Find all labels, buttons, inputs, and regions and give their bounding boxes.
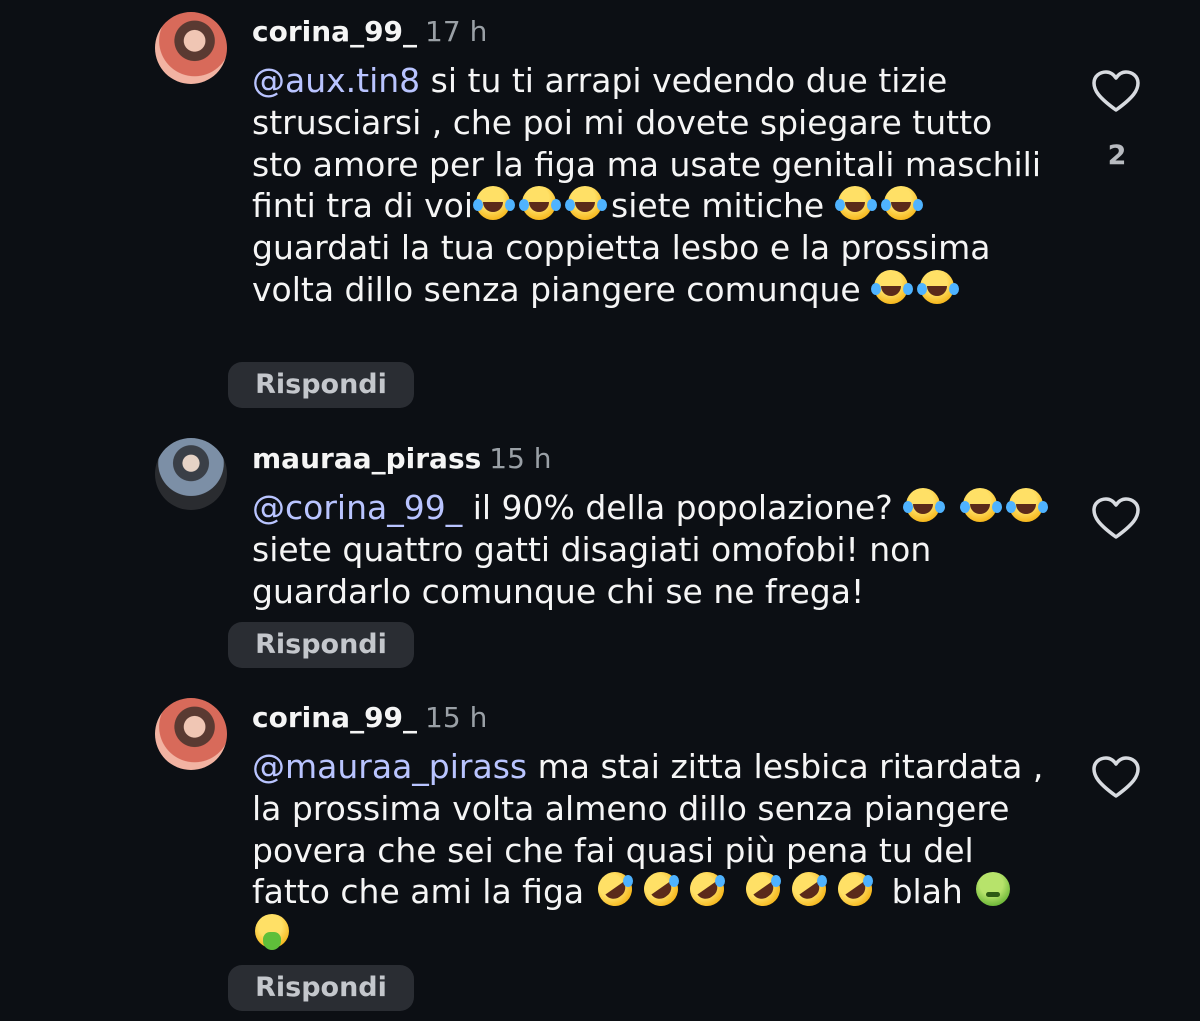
laugh-emoji-icon (871, 269, 913, 305)
comment-text: @corina_99_ il 90% della popolazione? si… (252, 487, 1052, 612)
rofl-emoji-icon (682, 865, 731, 914)
heart-icon[interactable] (1092, 756, 1140, 800)
nauseated-emoji-icon (973, 871, 1015, 907)
comment-text-part: siete mitiche (611, 186, 825, 226)
laugh-emoji-icon (917, 269, 959, 305)
username[interactable]: corina_99_ (252, 701, 417, 734)
comment-text: @mauraa_pirass ma stai zitta lesbica rit… (252, 746, 1052, 955)
comment-text-part: il 90% della popolazione? (462, 488, 904, 527)
heart-icon[interactable] (1092, 497, 1140, 541)
username[interactable]: mauraa_pirass (252, 442, 481, 475)
comment-header: corina_99_ 17 h (252, 14, 487, 50)
heart-icon[interactable] (1092, 70, 1140, 114)
laugh-emoji-icon (960, 487, 1002, 523)
comment-text: @aux.tin8 si tu ti arrapi vedendo due ti… (252, 60, 1052, 311)
rofl-emoji-icon (739, 865, 787, 914)
mention-link[interactable]: @aux.tin8 (252, 61, 420, 100)
reply-button[interactable]: Rispondi (228, 965, 414, 1011)
avatar[interactable] (155, 438, 227, 510)
username[interactable]: corina_99_ (252, 15, 417, 48)
reply-button[interactable]: Rispondi (228, 622, 414, 668)
comment-text-part: blah (881, 872, 974, 912)
laugh-emoji-icon (473, 185, 515, 221)
laugh-emoji-icon (519, 185, 561, 221)
avatar[interactable] (155, 12, 227, 84)
rofl-emoji-icon (831, 865, 879, 914)
laugh-emoji-icon (1006, 487, 1048, 523)
avatar[interactable] (155, 698, 227, 770)
comment-text-part: siete quattro gatti disagiati omofobi! n… (252, 529, 932, 611)
rofl-emoji-icon (636, 865, 685, 914)
timestamp: 15 h (489, 442, 552, 475)
mention-link[interactable]: @corina_99_ (252, 488, 462, 527)
laugh-emoji-icon (903, 487, 945, 523)
reply-button[interactable]: Rispondi (228, 362, 414, 408)
comment-header: mauraa_pirass 15 h (252, 441, 552, 477)
timestamp: 15 h (425, 701, 488, 734)
laugh-emoji-icon (835, 185, 877, 221)
rofl-emoji-icon (590, 865, 639, 914)
vomiting-emoji-icon (252, 913, 294, 951)
laugh-emoji-icon (565, 185, 607, 221)
comment-header: corina_99_ 15 h (252, 700, 487, 736)
timestamp: 17 h (425, 15, 488, 48)
rofl-emoji-icon (785, 865, 833, 914)
mention-link[interactable]: @mauraa_pirass (252, 747, 527, 786)
like-count[interactable]: 2 (1104, 140, 1130, 171)
laugh-emoji-icon (881, 185, 923, 221)
